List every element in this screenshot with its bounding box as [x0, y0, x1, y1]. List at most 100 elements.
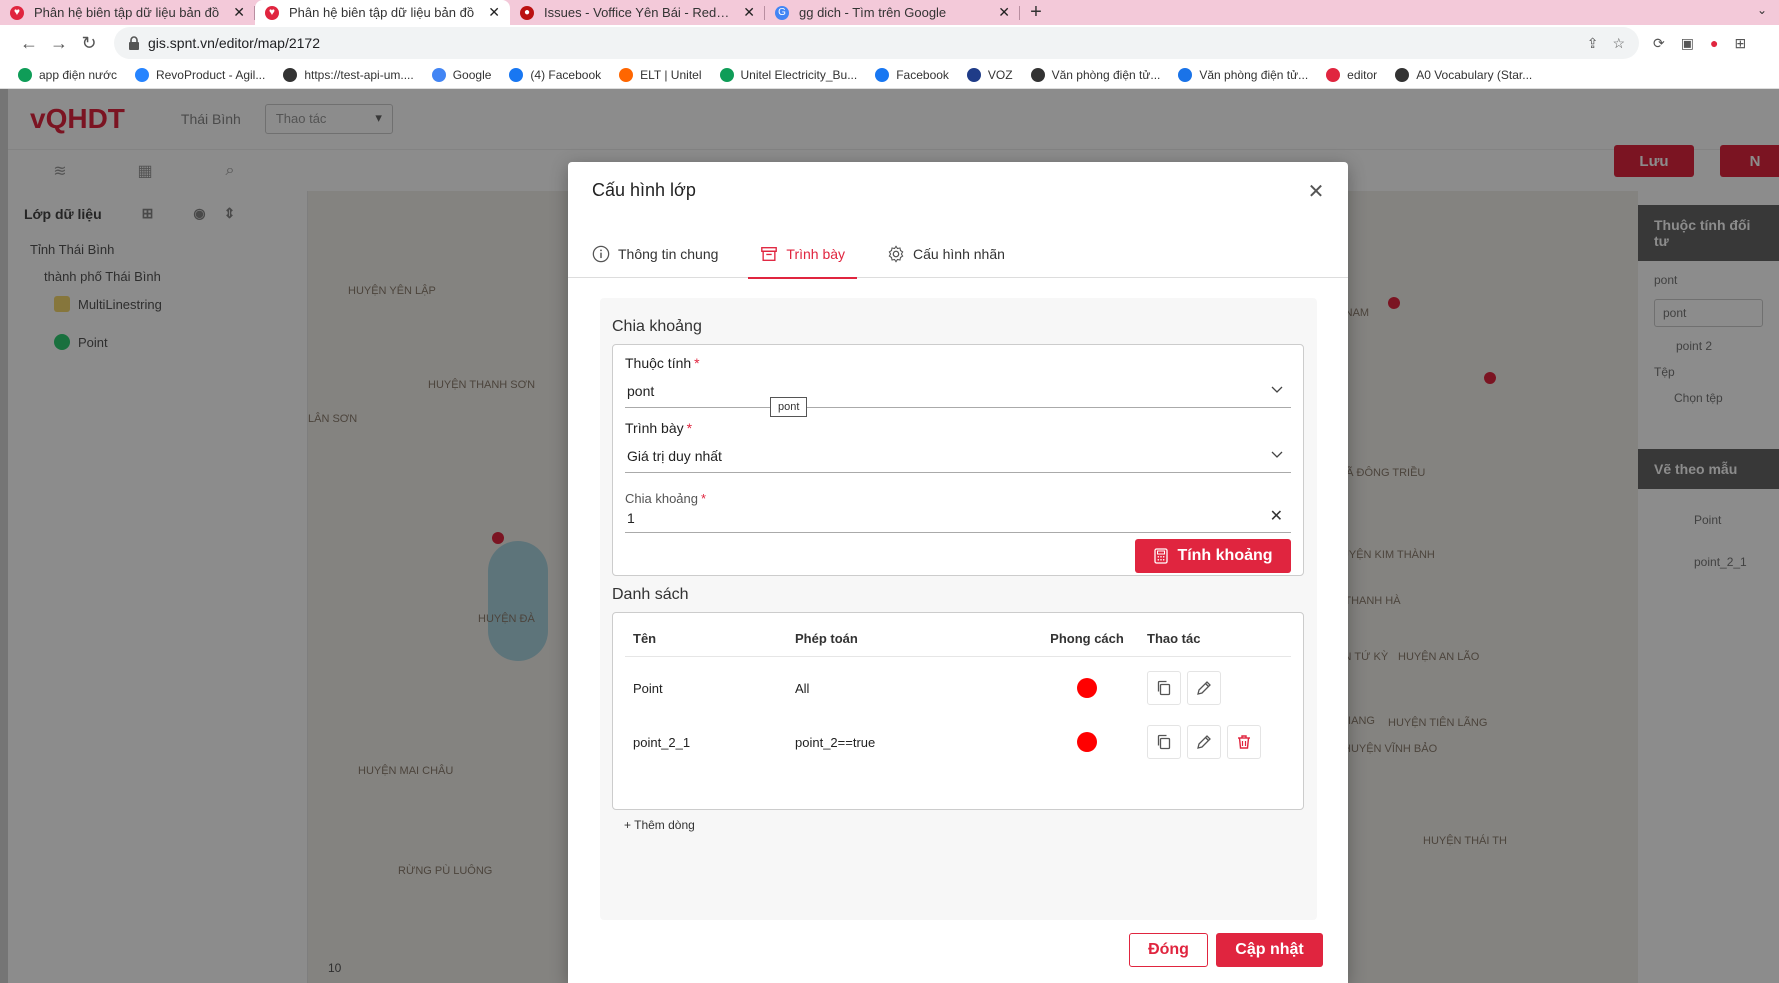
col-operation: Phép toán [795, 631, 858, 646]
lock-icon [129, 36, 139, 50]
browser-tab-3[interactable]: ● Issues - Voffice Yên Bái - Redmin ✕ [510, 0, 765, 25]
bookmark-item[interactable]: Văn phòng điện tử... [1178, 67, 1309, 82]
tab-search-chevron-icon[interactable]: ⌄ [1757, 3, 1767, 17]
bookmark-item[interactable]: Google [431, 67, 491, 82]
tab-label: Trình bày [786, 246, 846, 262]
bookmark-item[interactable]: VOZ [966, 67, 1013, 82]
display-type-select[interactable]: Trình bày * Giá trị duy nhất [625, 420, 1291, 473]
modal-title: Cấu hình lớp [592, 180, 696, 200]
bookmark-item[interactable]: https://test-api-um.... [283, 67, 414, 82]
browser-tab-4[interactable]: G gg dich - Tìm trên Google ✕ [765, 0, 1020, 25]
bookmark-favicon-icon [1030, 67, 1045, 82]
display-type-value[interactable]: Giá trị duy nhất [625, 448, 1291, 473]
gear-icon [888, 245, 904, 263]
add-row-link[interactable]: + Thêm dòng [624, 818, 695, 832]
table-header: Tên Phép toán Phong cách Thao tác [625, 621, 1291, 657]
bookmark-favicon-icon [431, 67, 446, 82]
bookmark-item[interactable]: app điện nước [18, 67, 117, 82]
bookmark-item[interactable]: Facebook [875, 67, 949, 82]
bookmark-item[interactable]: (4) Facebook [509, 67, 602, 82]
display-type-label: Trình bày * [625, 420, 693, 436]
close-tab-icon[interactable]: ✕ [998, 4, 1010, 21]
row-name: point_2_1 [633, 734, 691, 750]
record-extension-icon[interactable]: ● [1710, 35, 1718, 52]
update-button[interactable]: Cập nhật [1216, 933, 1323, 967]
bookmark-label: app điện nước [39, 67, 117, 82]
bookmark-favicon-icon [875, 67, 890, 82]
tab-title: Phân hệ biên tập dữ liệu bản đồ [34, 5, 220, 20]
calculator-icon [1154, 548, 1169, 564]
favicon-redmine-icon: ● [520, 5, 534, 20]
extension-icon[interactable]: ⟳ [1653, 35, 1665, 52]
tab-display[interactable]: Trình bày [748, 240, 857, 279]
close-tab-icon[interactable]: ✕ [488, 4, 500, 21]
trash-icon [1238, 735, 1250, 749]
close-tab-icon[interactable]: ✕ [743, 4, 755, 21]
calculate-interval-button[interactable]: Tính khoảng [1135, 539, 1291, 573]
interval-settings-box: Thuộc tính * pont pont Trình bày * Giá trị… [612, 344, 1304, 576]
copy-icon [1157, 734, 1171, 750]
bookmark-item[interactable]: ELT | Unitel [619, 67, 702, 82]
pencil-icon [1197, 735, 1211, 749]
style-swatch[interactable] [1077, 678, 1097, 698]
tab-general-info[interactable]: Thông tin chung [592, 240, 730, 278]
section-title-interval: Chia khoảng [612, 318, 702, 335]
bookmark-label: editor [1347, 67, 1378, 82]
back-arrow-icon[interactable]: ← [14, 28, 44, 58]
col-name: Tên [633, 631, 657, 646]
interval-input[interactable]: 1 ✕ [625, 508, 1291, 533]
attribute-tooltip: pont [770, 397, 808, 417]
edit-button[interactable] [1187, 725, 1221, 759]
close-button[interactable]: Đóng [1129, 933, 1208, 967]
edit-button[interactable] [1187, 671, 1221, 705]
close-tab-icon[interactable]: ✕ [233, 4, 245, 21]
copy-button[interactable] [1147, 671, 1181, 705]
row-name: Point [633, 680, 663, 696]
clear-icon[interactable]: ✕ [1270, 506, 1283, 526]
copy-button[interactable] [1147, 725, 1181, 759]
modal-tabs: Thông tin chung Trình bày Cấu hình nhãn [568, 240, 1348, 279]
bookmark-label: (4) Facebook [530, 67, 602, 82]
tab-label: Cấu hình nhãn [913, 246, 1005, 262]
delete-button[interactable] [1227, 725, 1261, 759]
bookmark-item[interactable]: Unitel Electricity_Bu... [719, 67, 857, 82]
reload-icon[interactable]: ↻ [74, 28, 104, 58]
bookmark-item[interactable]: RevoProduct - Agil... [134, 67, 265, 82]
url-omnibox[interactable]: gis.spnt.vn/editor/map/2172 ⇪ ☆ [114, 27, 1639, 59]
interval-input-field[interactable]: Chia khoảng * 1 ✕ [625, 491, 1291, 533]
forward-arrow-icon[interactable]: → [44, 28, 74, 58]
bookmark-item[interactable]: Văn phòng điện tử... [1030, 67, 1160, 82]
bookmark-label: https://test-api-um.... [304, 67, 414, 82]
close-icon[interactable]: ✕ [1306, 182, 1326, 202]
interval-label: Chia khoảng * [625, 491, 707, 506]
attribute-value[interactable]: pont [625, 383, 1291, 408]
new-tab-icon[interactable]: + [1020, 0, 1052, 25]
screenshot-extension-icon[interactable]: ⊞ [1734, 35, 1746, 52]
pencil-icon [1197, 681, 1211, 695]
browser-tab-2[interactable]: ♥ Phân hệ biên tập dữ liệu bản đồ ✕ [255, 0, 510, 25]
style-swatch[interactable] [1077, 732, 1097, 752]
bookmark-favicon-icon [18, 67, 32, 82]
favicon-editor-icon: ♥ [265, 5, 279, 20]
bookmarks-bar: app điện nước RevoProduct - Agil... https:… [0, 61, 1779, 89]
row-operation: All [795, 680, 810, 696]
archive-icon [761, 247, 778, 261]
tab-label-config[interactable]: Cấu hình nhãn [887, 240, 1017, 278]
tab-label: Thông tin chung [618, 246, 719, 262]
favicon-google-icon: G [775, 5, 789, 20]
bookmark-item[interactable]: editor [1326, 67, 1378, 82]
bookmark-favicon-icon [134, 67, 149, 82]
bookmark-item[interactable]: A0 Vocabulary (Star... [1395, 67, 1533, 82]
bookmark-label: Văn phòng điện tử... [1199, 67, 1309, 82]
style-table: Tên Phép toán Phong cách Thao tác Point … [625, 621, 1291, 773]
browser-tab-1[interactable]: ♥ Phân hệ biên tập dữ liệu bản đồ ✕ [0, 0, 255, 25]
star-icon[interactable]: ☆ [1612, 35, 1625, 52]
picture-in-picture-icon[interactable]: ▣ [1681, 35, 1694, 52]
bookmark-label: A0 Vocabulary (Star... [1416, 67, 1533, 82]
bookmark-favicon-icon [1395, 67, 1410, 82]
share-icon[interactable]: ⇪ [1587, 35, 1599, 52]
browser-tab-bar: ♥ Phân hệ biên tập dữ liệu bản đồ ✕ ♥ Ph… [0, 0, 1779, 25]
attribute-label: Thuộc tính * [625, 355, 700, 371]
attribute-select[interactable]: Thuộc tính * pont [625, 355, 1291, 408]
bookmark-favicon-icon [509, 67, 524, 82]
